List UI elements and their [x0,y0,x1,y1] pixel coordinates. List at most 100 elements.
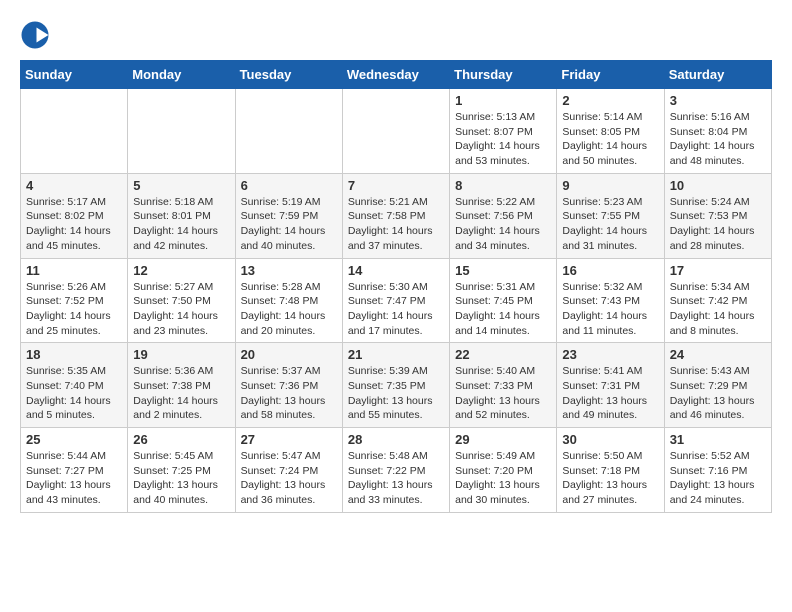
calendar-cell: 19Sunrise: 5:36 AM Sunset: 7:38 PM Dayli… [128,343,235,428]
logo [20,20,56,50]
day-info: Sunrise: 5:36 AM Sunset: 7:38 PM Dayligh… [133,364,229,423]
calendar-cell: 3Sunrise: 5:16 AM Sunset: 8:04 PM Daylig… [664,89,771,174]
weekday-header-friday: Friday [557,61,664,89]
calendar-cell: 22 Sunrise: 5:40 AM Sunset: 7:33 PM Dayli… [450,343,557,428]
day-number: 15 [455,263,551,278]
calendar-cell: 9Sunrise: 5:23 AM Sunset: 7:55 PM Daylig… [557,173,664,258]
day-info: Sunrise: 5:49 AM Sunset: 7:20 PM Dayligh… [455,449,551,508]
calendar-cell: 8 Sunrise: 5:22 AM Sunset: 7:56 PM Daylig… [450,173,557,258]
day-info: Sunrise: 5:52 AM Sunset: 7:16 PM Dayligh… [670,449,766,508]
calendar-cell: 25 Sunrise: 5:44 AM Sunset: 7:27 PM Dayli… [21,428,128,513]
day-info: Sunrise: 5:22 AM Sunset: 7:56 PM Dayligh… [455,195,551,254]
calendar-cell [128,89,235,174]
day-info: Sunrise: 5:39 AM Sunset: 7:35 PM Dayligh… [348,364,444,423]
day-info: Sunrise: 5:34 AM Sunset: 7:42 PM Dayligh… [670,280,766,339]
calendar-cell: 18 Sunrise: 5:35 AM Sunset: 7:40 PM Dayli… [21,343,128,428]
calendar-cell: 5Sunrise: 5:18 AM Sunset: 8:01 PM Daylig… [128,173,235,258]
day-number: 27 [241,432,337,447]
day-info: Sunrise: 5:32 AM Sunset: 7:43 PM Dayligh… [562,280,658,339]
day-info: Sunrise: 5:26 AM Sunset: 7:52 PM Dayligh… [26,280,122,339]
calendar-week-5: 25 Sunrise: 5:44 AM Sunset: 7:27 PM Dayli… [21,428,772,513]
calendar-cell [342,89,449,174]
day-info: Sunrise: 5:35 AM Sunset: 7:40 PM Dayligh… [26,364,122,423]
day-number: 5 [133,178,229,193]
day-info: Sunrise: 5:48 AM Sunset: 7:22 PM Dayligh… [348,449,444,508]
day-number: 30 [562,432,658,447]
day-info: Sunrise: 5:43 AM Sunset: 7:29 PM Dayligh… [670,364,766,423]
calendar-cell: 23 Sunrise: 5:41 AM Sunset: 7:31 PM Dayli… [557,343,664,428]
day-info: Sunrise: 5:31 AM Sunset: 7:45 PM Dayligh… [455,280,551,339]
day-info: Sunrise: 5:40 AM Sunset: 7:33 PM Dayligh… [455,364,551,423]
logo-icon [20,20,50,50]
calendar-cell: 24 Sunrise: 5:43 AM Sunset: 7:29 PM Dayli… [664,343,771,428]
day-info: Sunrise: 5:16 AM Sunset: 8:04 PM Dayligh… [670,110,766,169]
day-info: Sunrise: 5:21 AM Sunset: 7:58 PM Dayligh… [348,195,444,254]
day-info: Sunrise: 5:41 AM Sunset: 7:31 PM Dayligh… [562,364,658,423]
day-info: Sunrise: 5:19 AM Sunset: 7:59 PM Dayligh… [241,195,337,254]
calendar-cell: 20Sunrise: 5:37 AM Sunset: 7:36 PM Dayli… [235,343,342,428]
day-info: Sunrise: 5:44 AM Sunset: 7:27 PM Dayligh… [26,449,122,508]
day-number: 11 [26,263,122,278]
calendar-cell: 30 Sunrise: 5:50 AM Sunset: 7:18 PM Dayli… [557,428,664,513]
calendar-cell: 29 Sunrise: 5:49 AM Sunset: 7:20 PM Dayli… [450,428,557,513]
calendar-cell: 21Sunrise: 5:39 AM Sunset: 7:35 PM Dayli… [342,343,449,428]
calendar-cell: 27Sunrise: 5:47 AM Sunset: 7:24 PM Dayli… [235,428,342,513]
day-info: Sunrise: 5:14 AM Sunset: 8:05 PM Dayligh… [562,110,658,169]
weekday-header-monday: Monday [128,61,235,89]
calendar-cell: 15 Sunrise: 5:31 AM Sunset: 7:45 PM Dayli… [450,258,557,343]
calendar-cell: 10Sunrise: 5:24 AM Sunset: 7:53 PM Dayli… [664,173,771,258]
calendar-week-3: 11 Sunrise: 5:26 AM Sunset: 7:52 PM Dayli… [21,258,772,343]
day-number: 24 [670,347,766,362]
day-info: Sunrise: 5:50 AM Sunset: 7:18 PM Dayligh… [562,449,658,508]
weekday-header-tuesday: Tuesday [235,61,342,89]
day-info: Sunrise: 5:45 AM Sunset: 7:25 PM Dayligh… [133,449,229,508]
calendar-cell [235,89,342,174]
calendar-cell: 17 Sunrise: 5:34 AM Sunset: 7:42 PM Dayli… [664,258,771,343]
calendar-cell: 4Sunrise: 5:17 AM Sunset: 8:02 PM Daylig… [21,173,128,258]
day-info: Sunrise: 5:23 AM Sunset: 7:55 PM Dayligh… [562,195,658,254]
calendar-cell: 7 Sunrise: 5:21 AM Sunset: 7:58 PM Daylig… [342,173,449,258]
day-number: 18 [26,347,122,362]
calendar-cell [21,89,128,174]
day-number: 23 [562,347,658,362]
calendar-cell: 6 Sunrise: 5:19 AM Sunset: 7:59 PM Daylig… [235,173,342,258]
calendar-cell: 11 Sunrise: 5:26 AM Sunset: 7:52 PM Dayli… [21,258,128,343]
day-number: 26 [133,432,229,447]
calendar-cell: 13 Sunrise: 5:28 AM Sunset: 7:48 PM Dayli… [235,258,342,343]
day-info: Sunrise: 5:28 AM Sunset: 7:48 PM Dayligh… [241,280,337,339]
day-number: 28 [348,432,444,447]
day-number: 12 [133,263,229,278]
day-number: 17 [670,263,766,278]
day-number: 29 [455,432,551,447]
day-number: 25 [26,432,122,447]
day-number: 2 [562,93,658,108]
day-number: 13 [241,263,337,278]
calendar-cell: 16 Sunrise: 5:32 AM Sunset: 7:43 PM Dayli… [557,258,664,343]
weekday-header-sunday: Sunday [21,61,128,89]
weekday-header-row: SundayMondayTuesdayWednesdayThursdayFrid… [21,61,772,89]
day-info: Sunrise: 5:13 AM Sunset: 8:07 PM Dayligh… [455,110,551,169]
day-number: 22 [455,347,551,362]
day-number: 1 [455,93,551,108]
day-number: 10 [670,178,766,193]
day-number: 7 [348,178,444,193]
calendar-table: SundayMondayTuesdayWednesdayThursdayFrid… [20,60,772,513]
day-number: 16 [562,263,658,278]
calendar-cell: 12Sunrise: 5:27 AM Sunset: 7:50 PM Dayli… [128,258,235,343]
calendar-cell: 1 Sunrise: 5:13 AM Sunset: 8:07 PM Daylig… [450,89,557,174]
weekday-header-thursday: Thursday [450,61,557,89]
day-number: 14 [348,263,444,278]
calendar-cell: 14Sunrise: 5:30 AM Sunset: 7:47 PM Dayli… [342,258,449,343]
calendar-body: 1 Sunrise: 5:13 AM Sunset: 8:07 PM Daylig… [21,89,772,513]
day-info: Sunrise: 5:37 AM Sunset: 7:36 PM Dayligh… [241,364,337,423]
calendar-cell: 2 Sunrise: 5:14 AM Sunset: 8:05 PM Daylig… [557,89,664,174]
calendar-cell: 28 Sunrise: 5:48 AM Sunset: 7:22 PM Dayli… [342,428,449,513]
page-header [20,20,772,50]
calendar-week-2: 4Sunrise: 5:17 AM Sunset: 8:02 PM Daylig… [21,173,772,258]
weekday-header-saturday: Saturday [664,61,771,89]
day-number: 6 [241,178,337,193]
calendar-week-1: 1 Sunrise: 5:13 AM Sunset: 8:07 PM Daylig… [21,89,772,174]
day-number: 8 [455,178,551,193]
day-number: 31 [670,432,766,447]
calendar-header: SundayMondayTuesdayWednesdayThursdayFrid… [21,61,772,89]
